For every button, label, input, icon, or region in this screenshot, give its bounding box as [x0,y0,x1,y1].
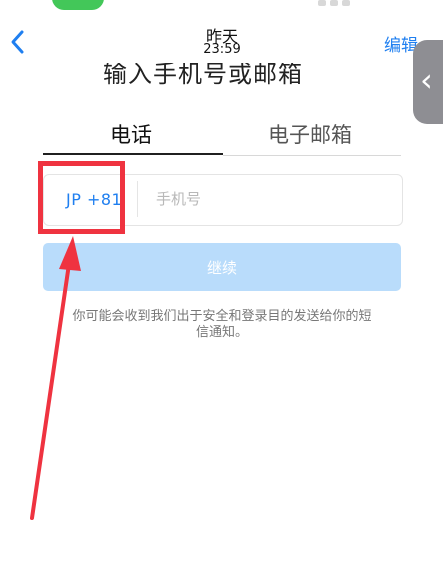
tab-divider-line [223,155,401,156]
status-indicators [318,0,352,8]
nav-time: 23:59 [203,42,241,57]
sms-notice: 你可能会收到我们出于安全和登录目的发送给你的短信通知。 [72,309,372,340]
top-navigation-bar: 昨天 23:59 编辑 [0,0,443,68]
annotation-highlight-box [38,161,125,234]
phone-number-input[interactable] [156,185,381,213]
continue-button[interactable]: 继续 [43,243,401,291]
back-button[interactable] [8,28,34,56]
active-tab-indicator [43,153,223,155]
tab-phone[interactable]: 电话 [110,119,152,149]
chevron-left-icon [11,30,24,54]
tab-email[interactable]: 电子邮箱 [268,119,352,149]
field-divider [137,181,138,217]
side-panel-handle[interactable]: ‹ [413,40,443,124]
chevron-left-icon: ‹ [420,61,433,99]
status-pill [52,0,104,10]
